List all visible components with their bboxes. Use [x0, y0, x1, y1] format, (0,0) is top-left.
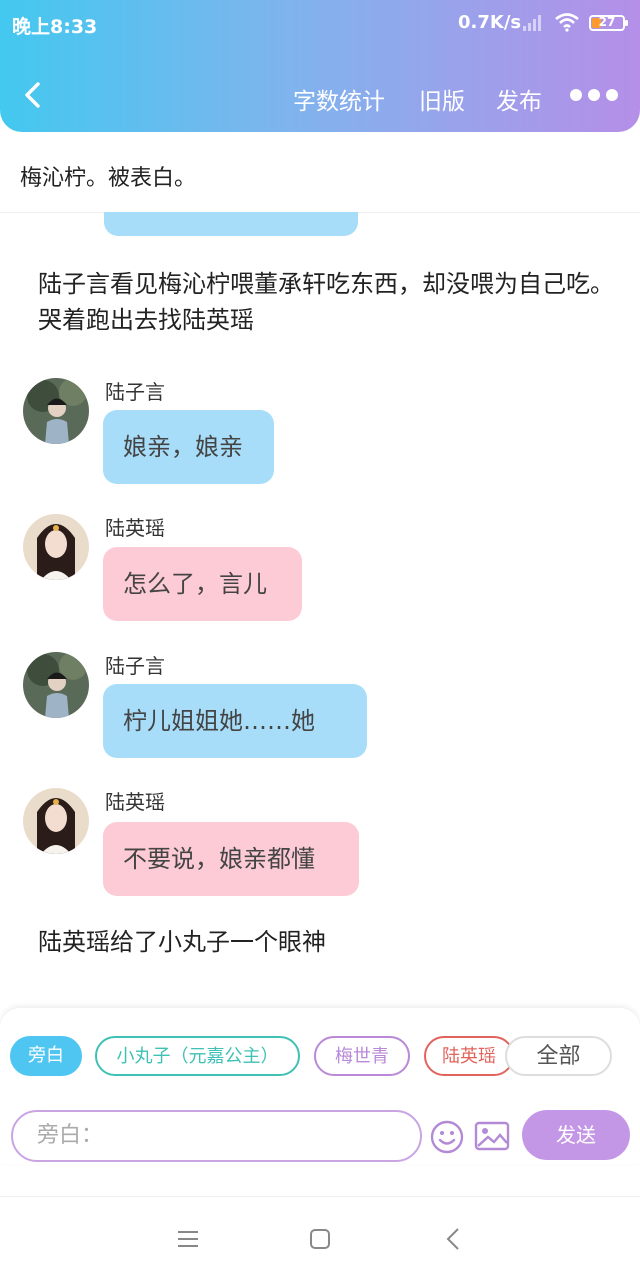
narration-text: 陆英瑶给了小丸子一个眼神	[38, 928, 326, 956]
network-speed: 0.7K/s	[458, 12, 522, 33]
image-icon[interactable]	[474, 1120, 510, 1152]
status-time: 晚上8:33	[12, 16, 98, 38]
speaker-name: 陆英瑶	[105, 790, 165, 814]
message-input[interactable]: 旁白：	[11, 1110, 422, 1162]
story-title-bar[interactable]: 梅沁柠。被表白。	[0, 132, 640, 213]
menu-icon[interactable]	[174, 1225, 202, 1253]
chat-area[interactable]: 陆子言看见梅沁柠喂董承轩吃东西，却没喂为自己吃。哭着跑出去找陆英瑶 陆子言 娘亲…	[0, 212, 640, 1012]
narration-text: 陆子言看见梅沁柠喂董承轩吃东西，却没喂为自己吃。哭着跑出去找陆英瑶	[38, 270, 614, 334]
emoji-icon[interactable]	[430, 1120, 464, 1154]
system-nav-bar	[0, 1196, 640, 1281]
speaker-name: 陆英瑶	[105, 516, 165, 540]
home-icon[interactable]	[306, 1225, 334, 1253]
system-back-icon[interactable]	[440, 1225, 468, 1253]
battery-level: 27	[598, 15, 616, 29]
more-dots-icon	[570, 89, 582, 101]
avatar-luyingyao[interactable]	[23, 514, 89, 580]
role-chip-xiaowanzi[interactable]: 小丸子（元嘉公主）	[95, 1036, 300, 1076]
battery-icon: 27	[589, 15, 628, 31]
input-panel: 旁白 小丸子（元嘉公主） 梅世青 陆英瑶 全部 旁白： 发送	[0, 1008, 640, 1164]
message-bubble[interactable]: 怎么了，言儿	[103, 547, 302, 621]
all-roles-button[interactable]: 全部	[505, 1036, 612, 1076]
role-chip-narration[interactable]: 旁白	[10, 1036, 82, 1076]
old-version-button[interactable]: 旧版	[419, 82, 465, 116]
message-bubble[interactable]: 娘亲，娘亲	[103, 410, 274, 484]
send-button[interactable]: 发送	[522, 1110, 630, 1160]
role-chip-luyingyao[interactable]: 陆英瑶	[424, 1036, 514, 1076]
back-button[interactable]	[18, 78, 48, 112]
wifi-icon	[555, 13, 579, 32]
header-bar: 晚上8:33 0.7K/s 27 字数统计 旧版 发布	[0, 0, 640, 132]
avatar-luyingyao[interactable]	[23, 788, 89, 854]
more-button[interactable]	[570, 86, 626, 102]
publish-button[interactable]: 发布	[496, 82, 542, 116]
avatar-luziyan[interactable]	[23, 652, 89, 718]
message-bubble[interactable]: 不要说，娘亲都懂	[103, 822, 359, 896]
signal-icon	[523, 15, 541, 31]
story-title: 梅沁柠。被表白。	[20, 166, 197, 191]
speaker-name: 陆子言	[105, 654, 165, 678]
role-chip-meishiqing[interactable]: 梅世青	[314, 1036, 410, 1076]
message-bubble[interactable]: 柠儿姐姐她……她	[103, 684, 367, 758]
avatar-luziyan[interactable]	[23, 378, 89, 444]
message-bubble-partial	[104, 212, 358, 236]
speaker-name: 陆子言	[105, 380, 165, 404]
word-count-button[interactable]: 字数统计	[293, 82, 385, 116]
